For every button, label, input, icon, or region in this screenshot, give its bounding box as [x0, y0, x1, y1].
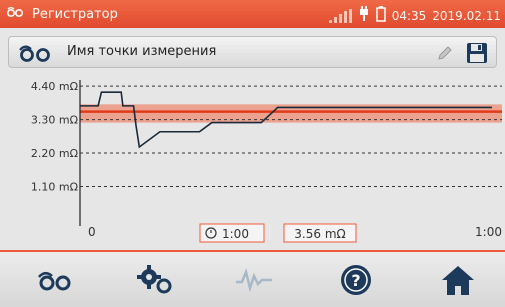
y-tick-label: 3.30 mΩ [31, 114, 78, 127]
screen: Регистратор 04:35 2019.02.11 Имя точки и… [0, 0, 505, 307]
cursor-time-box-label: 1:00 [222, 227, 249, 241]
measurement-points-icon[interactable] [33, 262, 77, 298]
x-tick-label: 1:00 [475, 225, 502, 239]
home-icon[interactable] [436, 262, 480, 298]
save-floppy-icon[interactable] [466, 42, 488, 68]
title-bar: Имя точки измерения [8, 36, 497, 68]
edit-pencil-icon[interactable] [436, 44, 454, 66]
waveform-icon[interactable] [232, 262, 276, 298]
help-icon[interactable]: ? [334, 262, 378, 298]
app-logo-icon [6, 6, 24, 22]
status-bar: Регистратор 04:35 2019.02.11 [0, 0, 505, 28]
chart-area[interactable]: 4.40 mΩ 3.30 mΩ 2.20 mΩ 1.10 mΩ 0 1:00 1:00 3.5… [0, 72, 505, 247]
plug-icon [358, 6, 370, 25]
app-title: Регистратор [32, 6, 118, 22]
chart-svg[interactable]: 4.40 mΩ 3.30 mΩ 2.20 mΩ 1.10 mΩ 0 1:00 1:00 3.5… [0, 72, 505, 247]
measurement-point-icon[interactable] [17, 44, 55, 66]
status-right: 04:35 2019.02.11 [328, 6, 501, 25]
svg-text:?: ? [351, 271, 360, 290]
cursor-value-box-label: 3.56 mΩ [294, 227, 345, 241]
y-tick-label: 2.20 mΩ [31, 147, 78, 160]
bottom-nav: ? [0, 250, 505, 307]
signal-icon [328, 8, 352, 23]
status-time: 04:35 [391, 8, 427, 23]
status-left: Регистратор [6, 6, 118, 22]
settings-gears-icon[interactable] [134, 262, 178, 298]
y-tick-label: 4.40 mΩ [31, 80, 78, 93]
measurement-point-name[interactable]: Имя точки измерения [67, 44, 216, 59]
x-tick-label: 0 [88, 225, 96, 239]
status-date: 2019.02.11 [432, 8, 501, 23]
y-tick-label: 1.10 mΩ [31, 181, 78, 194]
battery-icon [375, 6, 386, 25]
